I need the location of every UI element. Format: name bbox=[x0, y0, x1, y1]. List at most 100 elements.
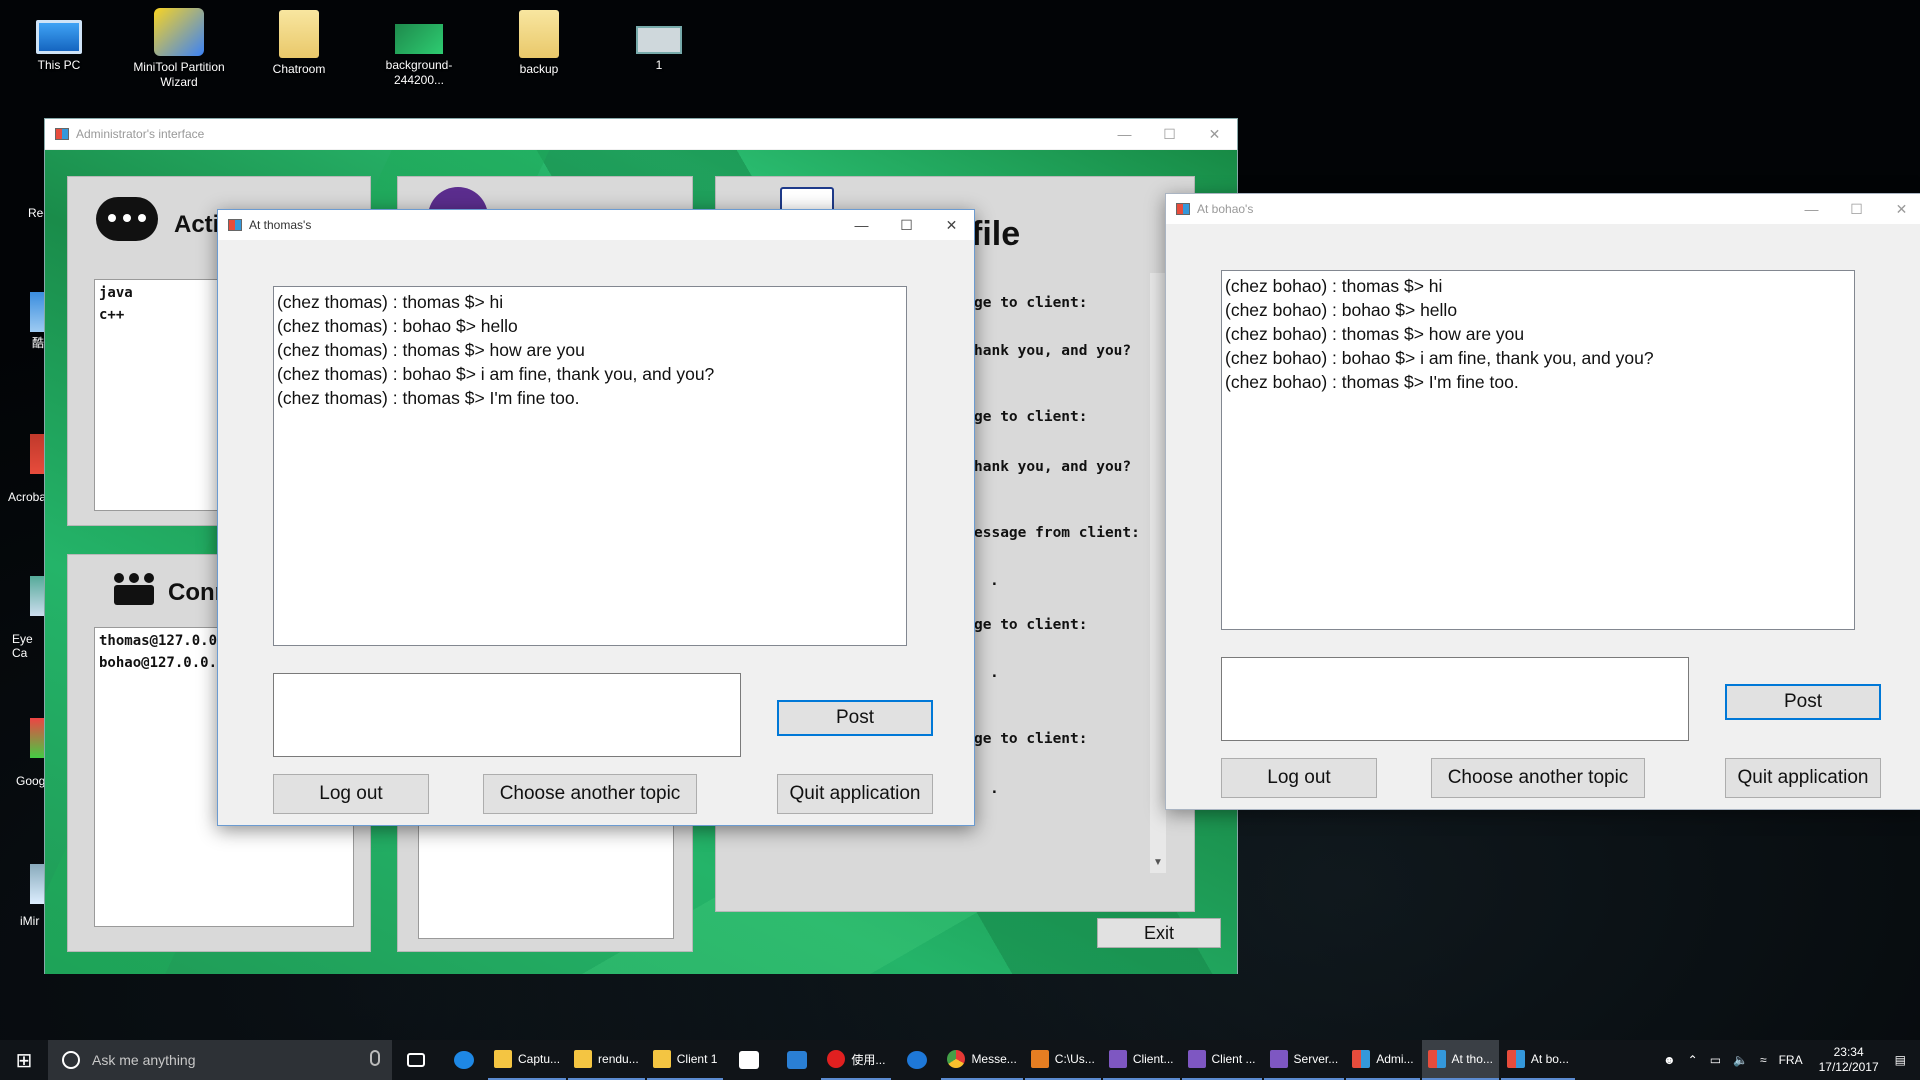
clock-date: 17/12/2017 bbox=[1818, 1060, 1879, 1074]
edge-icon[interactable] bbox=[440, 1040, 488, 1080]
maximize-button[interactable]: ☐ bbox=[1147, 119, 1192, 149]
chat-message: (chez bohao) : bohao $> hello bbox=[1225, 300, 1458, 320]
taskbar-item-captu[interactable]: Captu... bbox=[488, 1040, 567, 1080]
message-input[interactable] bbox=[273, 673, 741, 757]
taskbar-item-opera[interactable]: 使用... bbox=[821, 1040, 892, 1080]
minimize-button[interactable]: — bbox=[1789, 194, 1834, 224]
taskbar-item-client1[interactable]: Client 1 bbox=[646, 1040, 724, 1080]
language-indicator[interactable]: FRA bbox=[1779, 1053, 1803, 1067]
search-placeholder: Ask me anything bbox=[92, 1052, 196, 1068]
app-icon bbox=[1427, 1050, 1446, 1068]
window-title: At thomas's bbox=[249, 218, 312, 232]
maximize-button[interactable]: ☐ bbox=[1834, 194, 1879, 224]
admin-titlebar[interactable]: Administrator's interface — ☐ ✕ bbox=[45, 119, 1237, 149]
chevron-up-icon[interactable]: ⌃ bbox=[1688, 1053, 1698, 1067]
scroll-down-icon[interactable]: ▼ bbox=[1150, 857, 1166, 873]
choose-topic-button[interactable]: Choose another topic bbox=[483, 774, 697, 814]
notification-icon[interactable]: ▤ bbox=[1895, 1053, 1906, 1067]
chat-message: (chez bohao) : thomas $> I'm fine too. bbox=[1225, 372, 1519, 392]
chat-log[interactable]: (chez thomas) : thomas $> hi (chez thoma… bbox=[273, 286, 907, 646]
desktop-icon-acrobat[interactable]: Acroba bbox=[0, 434, 48, 504]
app-icon bbox=[228, 219, 242, 231]
mail-app-icon[interactable] bbox=[773, 1040, 821, 1080]
desktop-icon-backup[interactable]: backup bbox=[484, 10, 594, 77]
taskbar-item-rendu[interactable]: rendu... bbox=[568, 1040, 645, 1080]
desktop-icon-this-pc[interactable]: This PC bbox=[4, 10, 114, 73]
choose-topic-button[interactable]: Choose another topic bbox=[1431, 758, 1645, 798]
store-icon[interactable] bbox=[725, 1040, 773, 1080]
quit-button[interactable]: Quit application bbox=[777, 774, 933, 814]
people-icon[interactable]: ☻ bbox=[1663, 1053, 1676, 1067]
k-app-icon[interactable] bbox=[893, 1040, 941, 1080]
minimize-button[interactable]: — bbox=[1102, 119, 1147, 149]
quit-button[interactable]: Quit application bbox=[1725, 758, 1881, 798]
middle-list[interactable] bbox=[418, 817, 674, 939]
logout-button[interactable]: Log out bbox=[273, 774, 429, 814]
chat-log[interactable]: (chez bohao) : thomas $> hi (chez bohao)… bbox=[1221, 270, 1855, 630]
message-input[interactable] bbox=[1221, 657, 1689, 741]
clock[interactable]: 23:34 17/12/2017 bbox=[1819, 1045, 1879, 1075]
visual-studio-icon bbox=[1187, 1050, 1206, 1068]
folder-icon bbox=[519, 10, 559, 58]
desktop-icon-eye[interactable]: Eye Ca bbox=[0, 576, 48, 660]
folder-icon bbox=[652, 1050, 671, 1068]
taskbar-item-messenger[interactable]: Messe... bbox=[941, 1040, 1023, 1080]
volume-icon[interactable]: 🔈 bbox=[1733, 1053, 1748, 1067]
close-button[interactable]: ✕ bbox=[929, 210, 974, 240]
exit-button[interactable]: Exit bbox=[1097, 918, 1221, 948]
app-icon bbox=[1176, 203, 1190, 215]
system-tray: ☻ ⌃ ▭ 🔈 ≈ FRA 23:34 17/12/2017 ▤ bbox=[1657, 1040, 1920, 1080]
taskbar-item-at-bohao[interactable]: At bo... bbox=[1500, 1040, 1575, 1080]
task-view-icon[interactable] bbox=[392, 1040, 440, 1080]
taskbar-item-at-thomas[interactable]: At tho... bbox=[1421, 1040, 1499, 1080]
clock-time: 23:34 bbox=[1833, 1045, 1864, 1059]
bohao-titlebar[interactable]: At bohao's — ☐ ✕ bbox=[1166, 194, 1920, 224]
folder-icon bbox=[279, 10, 319, 58]
logout-button[interactable]: Log out bbox=[1221, 758, 1377, 798]
post-button[interactable]: Post bbox=[1725, 684, 1881, 720]
taskbar-item-client-vs1[interactable]: Client... bbox=[1102, 1040, 1180, 1080]
profile-heading: file bbox=[971, 215, 1021, 253]
desktop-icon-edge-2[interactable]: 酷 bbox=[0, 292, 48, 350]
minimize-button[interactable]: — bbox=[839, 210, 884, 240]
microphone-icon[interactable] bbox=[370, 1050, 380, 1066]
desktop-icon-background[interactable]: background-244200... bbox=[364, 10, 474, 88]
wifi-icon[interactable]: ≈ bbox=[1760, 1053, 1767, 1067]
cortana-icon bbox=[62, 1051, 80, 1069]
thomas-titlebar[interactable]: At thomas's — ☐ ✕ bbox=[218, 210, 974, 240]
chat-message: (chez thomas) : bohao $> i am fine, than… bbox=[277, 364, 715, 384]
file-icon bbox=[636, 26, 682, 54]
chat-message: (chez thomas) : thomas $> I'm fine too. bbox=[277, 388, 580, 408]
app-icon bbox=[55, 128, 69, 140]
taskbar: ⊞ Ask me anything Captu... rendu... Clie… bbox=[0, 1040, 1920, 1080]
desktop-icon-imir[interactable]: iMir bbox=[0, 864, 48, 928]
topics-heading: Acti bbox=[174, 211, 220, 238]
post-button[interactable]: Post bbox=[777, 700, 933, 736]
chat-message: (chez thomas) : thomas $> how are you bbox=[277, 340, 585, 360]
chat-bubble-icon bbox=[96, 197, 158, 241]
bohao-chat-window: At bohao's — ☐ ✕ (chez bohao) : thomas $… bbox=[1165, 193, 1920, 810]
taskbar-item-cmd[interactable]: C:\Us... bbox=[1024, 1040, 1101, 1080]
maximize-button[interactable]: ☐ bbox=[884, 210, 929, 240]
opera-icon bbox=[827, 1050, 846, 1068]
chrome-icon bbox=[947, 1050, 966, 1068]
desktop-icon-chatroom[interactable]: Chatroom bbox=[244, 10, 354, 77]
desktop-icon-1[interactable]: 1 bbox=[604, 10, 714, 73]
battery-icon[interactable]: ▭ bbox=[1710, 1053, 1721, 1067]
taskbar-item-client-vs2[interactable]: Client ... bbox=[1181, 1040, 1262, 1080]
chat-message: (chez bohao) : bohao $> i am fine, thank… bbox=[1225, 348, 1654, 368]
taskbar-item-server[interactable]: Server... bbox=[1263, 1040, 1345, 1080]
desktop-icon-google[interactable]: Goog bbox=[0, 718, 48, 788]
taskbar-item-admin[interactable]: Admi... bbox=[1346, 1040, 1420, 1080]
close-button[interactable]: ✕ bbox=[1879, 194, 1920, 224]
scrollbar[interactable]: ▼ bbox=[1150, 273, 1166, 873]
users-icon bbox=[114, 573, 154, 605]
close-button[interactable]: ✕ bbox=[1192, 119, 1237, 149]
desktop-icon-minitool[interactable]: MiniTool Partition Wizard bbox=[124, 8, 234, 90]
chat-message: (chez bohao) : thomas $> hi bbox=[1225, 276, 1443, 296]
windows-start-icon[interactable]: ⊞ bbox=[0, 1040, 48, 1080]
search-box[interactable]: Ask me anything bbox=[48, 1040, 392, 1080]
app-icon bbox=[1352, 1050, 1371, 1068]
thomas-chat-window: At thomas's — ☐ ✕ (chez thomas) : thomas… bbox=[217, 209, 975, 826]
chat-message: (chez thomas) : thomas $> hi bbox=[277, 292, 504, 312]
